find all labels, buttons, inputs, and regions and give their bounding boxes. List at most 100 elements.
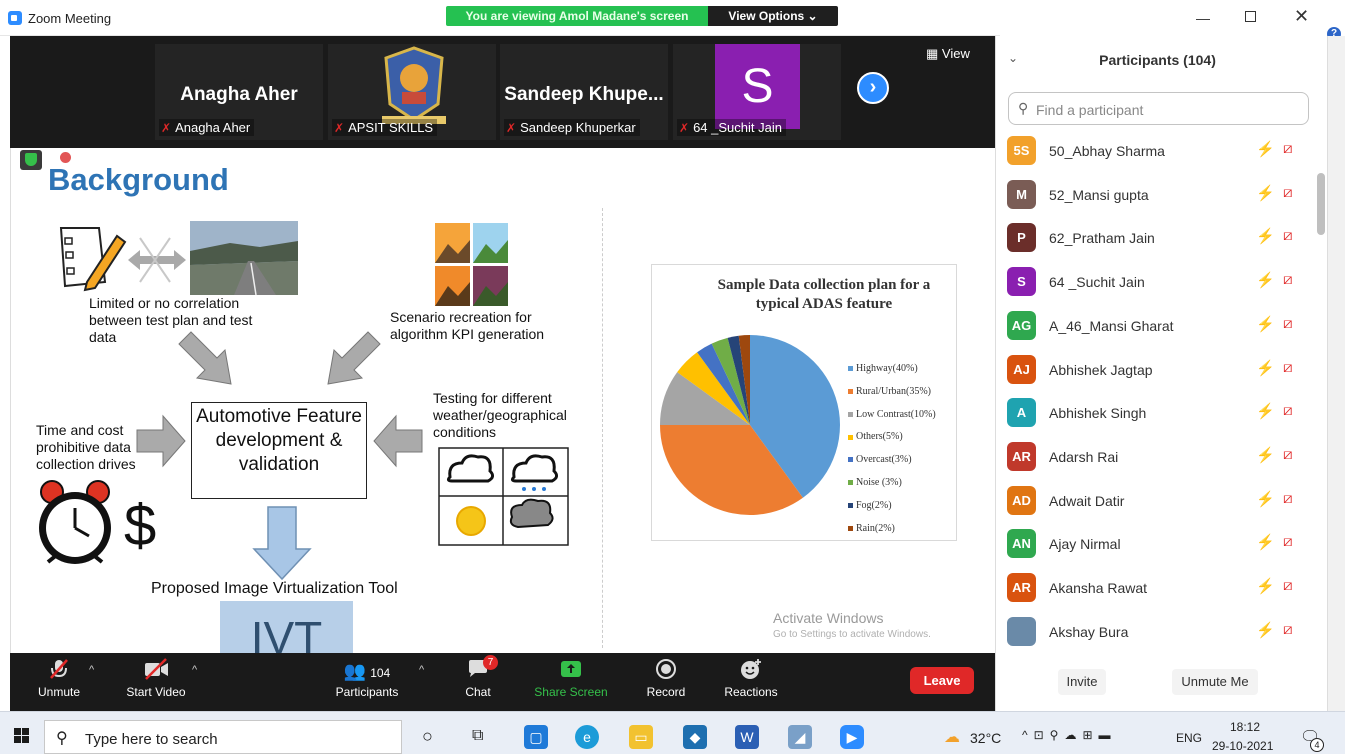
video-options-chevron-icon[interactable]: ^ (192, 664, 197, 676)
encryption-shield-icon[interactable] (20, 150, 42, 170)
participant-row[interactable]: AJ Abhishek Jagtap ⚡ ⧄ (1006, 354, 1306, 386)
task-view-icon[interactable]: ⧉ (472, 727, 483, 745)
clock-date[interactable]: 29-10-2021 (1212, 739, 1273, 753)
participant-row[interactable]: P 62_Pratham Jain ⚡ ⧄ (1006, 222, 1306, 254)
system-tray-icons[interactable]: ^⊡⚲☁⊞▬ (1022, 728, 1117, 742)
participant-row[interactable]: Akshay Bura ⚡ ⧄ (1006, 616, 1306, 648)
legend-swatch (848, 457, 853, 463)
participant-row[interactable]: M 52_Mansi gupta ⚡ ⧄ (1006, 179, 1306, 211)
gallery-view-button[interactable]: ▦ View (926, 46, 970, 62)
video-tile[interactable]: Sandeep Khupe... ✗ Sandeep Khuperkar (500, 44, 668, 140)
tile-display-name: Anagha Aher (180, 84, 298, 105)
apsit-logo-icon (382, 46, 446, 124)
legend-swatch (848, 480, 853, 486)
video-off-icon: ⧄ (1283, 620, 1293, 638)
audio-options-chevron-icon[interactable]: ^ (89, 664, 94, 676)
alarm-clock-icon (39, 480, 111, 564)
muted-mic-icon: ⚡ (1256, 184, 1275, 202)
participant-name: Adarsh Rai (1049, 448, 1119, 465)
participants-options-chevron-icon[interactable]: ^ (419, 664, 424, 676)
legend-item: Rain(2%) (848, 523, 895, 534)
participant-list-scrollbar[interactable] (1317, 173, 1325, 235)
participant-name: Ajay Nirmal (1049, 536, 1121, 553)
window-title: Zoom Meeting (28, 11, 112, 26)
participant-name: Akansha Rawat (1049, 580, 1148, 596)
input-language[interactable]: ENG (1176, 731, 1202, 745)
participant-row[interactable]: AG A_46_Mansi Gharat ⚡ ⧄ (1006, 310, 1306, 342)
record-button[interactable]: Record (642, 657, 690, 699)
clock-time[interactable]: 18:12 (1215, 720, 1275, 734)
participant-row[interactable]: AR Adarsh Rai ⚡ ⧄ (1006, 441, 1306, 473)
slide-divider (602, 208, 603, 648)
legend-label: Noise (3%) (856, 477, 902, 488)
legend-item: Low Contrast(10%) (848, 409, 936, 420)
arrow-down-left-icon (327, 331, 381, 385)
cortana-icon[interactable]: ○ (422, 726, 433, 747)
word-app-icon[interactable]: W (735, 725, 759, 749)
participant-row[interactable]: S 64 _Suchit Jain ⚡ ⧄ (1006, 266, 1306, 298)
app-icon[interactable]: ◆ (683, 725, 707, 749)
video-tile[interactable]: ✗ APSIT SKILLS (328, 44, 496, 140)
muted-mic-icon: ✗ (679, 121, 690, 135)
legend-swatch (848, 389, 853, 394)
app-icon[interactable]: ◢ (788, 725, 812, 749)
participant-row[interactable]: A Abhishek Singh ⚡ ⧄ (1006, 397, 1306, 429)
muted-mic-icon: ⚡ (1256, 272, 1275, 290)
record-icon (642, 657, 690, 685)
video-off-icon: ⧄ (1283, 445, 1293, 463)
unmute-button[interactable]: Unmute (34, 657, 84, 699)
video-off-icon: ⧄ (1283, 314, 1293, 332)
chevron-down-icon[interactable]: ⌄ (1008, 51, 1018, 65)
video-gallery-strip: Anagha Aher ✗ Anagha Aher ✗ APSIT SKILLS S… (10, 36, 995, 148)
store-app-icon[interactable]: ▢ (524, 725, 548, 749)
participants-count: 104 (370, 666, 391, 680)
no-link-arrow-icon (128, 237, 186, 283)
participant-row[interactable]: AR Akansha Rawat ⚡ ⧄ (1006, 572, 1306, 604)
unmute-me-button[interactable]: Unmute Me (1172, 669, 1258, 695)
muted-mic-icon: ⚡ (1256, 446, 1275, 464)
zoom-app-icon[interactable]: ▶ (840, 725, 864, 749)
reactions-button[interactable]: Reactions (720, 657, 782, 699)
maximize-icon[interactable] (1245, 11, 1256, 22)
muted-mic-icon: ⚡ (1256, 359, 1275, 377)
edge-browser-icon[interactable]: e (575, 725, 599, 749)
participant-row[interactable]: 5S 50_Abhay Sharma ⚡ ⧄ (1006, 135, 1306, 167)
scenario-recreation-text: Scenario recreation for algorithm KPI ge… (390, 309, 545, 342)
leave-button[interactable]: Leave (910, 667, 974, 694)
participant-avatar (1007, 616, 1036, 646)
participant-row[interactable]: AD Adwait Datir ⚡ ⧄ (1006, 485, 1306, 517)
muted-mic-icon: ⚡ (1256, 228, 1275, 246)
view-options-button[interactable]: View Options ⌄ (708, 6, 838, 26)
participant-row[interactable]: AN Ajay Nirmal ⚡ ⧄ (1006, 528, 1306, 560)
windows-start-icon[interactable] (14, 728, 30, 744)
tile-label: ✗ 64 _Suchit Jain (677, 119, 786, 136)
start-video-button[interactable]: Start Video (120, 657, 192, 699)
activate-windows-subtext: Go to Settings to activate Windows. (773, 629, 931, 640)
arrow-left-icon (373, 414, 423, 468)
participant-avatar: AJ (1007, 354, 1036, 384)
participants-button[interactable]: 👥 104 Participants (330, 657, 404, 699)
share-screen-button[interactable]: Share Screen (531, 657, 611, 699)
invite-button[interactable]: Invite (1058, 669, 1106, 695)
legend-item: Overcast(3%) (848, 454, 912, 465)
muted-mic-icon: ✗ (161, 121, 172, 135)
tile-label: ✗ Sandeep Khuperkar (504, 119, 640, 136)
share-screen-icon (531, 657, 611, 685)
video-tile[interactable]: Anagha Aher ✗ Anagha Aher (155, 44, 323, 140)
file-explorer-icon[interactable]: ▭ (629, 725, 653, 749)
participant-name: Akshay Bura (1049, 623, 1129, 640)
slide-title: Background (48, 162, 229, 197)
minimize-icon[interactable]: — (1196, 10, 1210, 26)
participant-avatar: S (1007, 267, 1036, 297)
ivt-box: IVT (220, 601, 353, 653)
legend-label: Others(5%) (856, 431, 903, 443)
next-page-button[interactable]: › (857, 72, 889, 104)
scenario-images-icon (435, 223, 508, 306)
close-icon[interactable]: ✕ (1294, 6, 1309, 27)
participant-avatar: AR (1007, 573, 1036, 602)
participant-name: 64 _Suchit Jain (1049, 274, 1145, 291)
record-label: Record (646, 685, 686, 699)
participant-avatar: M (1007, 179, 1036, 209)
participant-search-input[interactable] (1036, 102, 1296, 118)
proposed-tool-text: Proposed Image Virtualization Tool (151, 580, 398, 597)
